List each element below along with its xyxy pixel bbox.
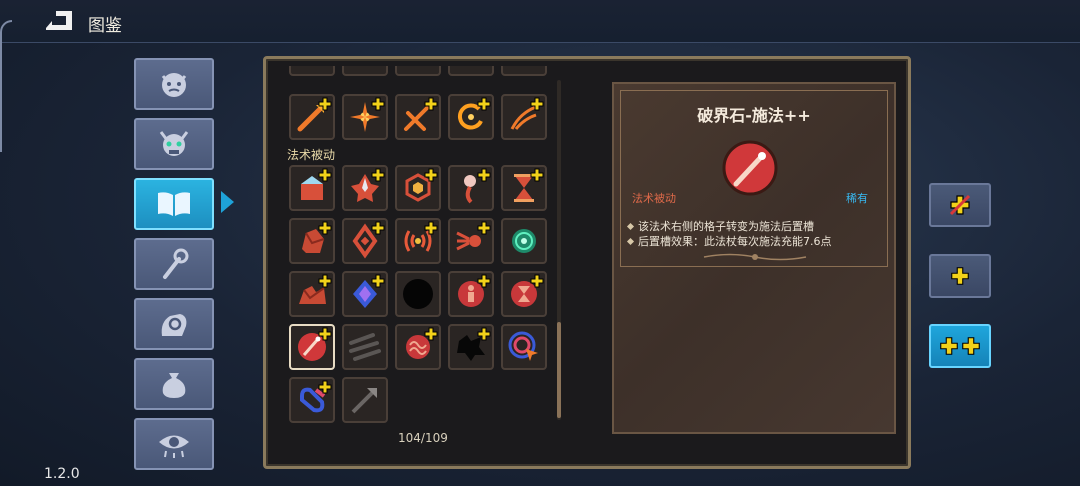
arrow-up-icon <box>351 388 377 414</box>
item-type-label: 法术被动 <box>632 192 676 205</box>
effect-line: 后置槽效果：此法杖每次施法充能7.6点 <box>628 234 888 249</box>
spell-cell-hex-gem[interactable] <box>395 165 441 211</box>
target-cursor-icon <box>508 331 538 361</box>
page-title: 图鉴 <box>88 16 122 36</box>
spell-cell[interactable] <box>289 66 335 76</box>
spell-cell-red-hourglass-orb[interactable] <box>501 271 547 317</box>
upgrade-level-1-button[interactable] <box>929 254 991 298</box>
spell-cell-triple-spike[interactable] <box>342 324 388 370</box>
spell-cell-fire-ring[interactable] <box>448 94 494 140</box>
upgrade-level-0-button[interactable] <box>929 183 991 227</box>
staff-icon <box>163 248 189 279</box>
demon-face-icon <box>161 73 187 97</box>
plus-icon <box>318 274 332 288</box>
plus-icon <box>318 327 332 341</box>
category-bosses-button[interactable] <box>134 118 214 170</box>
spell-cell[interactable] <box>395 66 441 76</box>
item-name: 破界石-施法++ <box>697 106 811 125</box>
plus-icon <box>477 221 491 235</box>
section-label: 法术被动 <box>287 148 336 162</box>
decorative-frame-line <box>0 20 12 152</box>
plus-icon <box>371 168 385 182</box>
spell-cell-brain-orb[interactable] <box>395 324 441 370</box>
category-items-button[interactable] <box>134 358 214 410</box>
plus-icon <box>318 221 332 235</box>
spell-cell-realm-stone-cast-selected[interactable] <box>289 324 335 370</box>
plus-icon <box>318 168 332 182</box>
green-orb-icon <box>512 229 536 253</box>
category-spells-button[interactable] <box>134 178 214 230</box>
back-button[interactable] <box>42 8 78 34</box>
spell-cell[interactable] <box>448 66 494 76</box>
collection-counter: 104/109 <box>398 431 448 445</box>
active-category-arrow <box>221 191 234 213</box>
top-bar <box>0 0 1080 43</box>
double-plus-icon <box>940 337 980 355</box>
spell-cell-blue-loop[interactable] <box>289 377 335 423</box>
upgrade-level-2-button[interactable] <box>929 324 991 368</box>
plus-icon <box>424 97 438 111</box>
category-staffs-button[interactable] <box>134 238 214 290</box>
spell-cell-red-figure-orb[interactable] <box>448 271 494 317</box>
spell-cell-twin-fire[interactable] <box>395 94 441 140</box>
plus-icon <box>477 97 491 111</box>
effect-line: 该法术右侧的格子转变为施法后置槽 <box>628 219 888 234</box>
spell-cell-target-cursor[interactable] <box>501 324 547 370</box>
scrollbar-thumb[interactable] <box>557 322 561 418</box>
spell-cell-triple-shot[interactable] <box>448 218 494 264</box>
plus-icon <box>424 168 438 182</box>
plus-icon <box>477 274 491 288</box>
category-relics-button[interactable] <box>134 298 214 350</box>
version-label: 1.2.0 <box>44 466 80 482</box>
spell-cell-blue-crystal[interactable] <box>342 271 388 317</box>
category-curses-button[interactable] <box>134 418 214 470</box>
hand-orb-icon <box>161 314 187 336</box>
plus-icon <box>530 97 544 111</box>
spell-cell-fire-claw[interactable] <box>501 94 547 140</box>
spell-cell-ice-block[interactable] <box>289 165 335 211</box>
horned-skull-icon <box>159 131 189 156</box>
spell-grid[interactable] <box>271 66 561 461</box>
item-description: 该法术右侧的格子转变为施法后置槽 后置槽效果：此法杖每次施法充能7.6点 <box>628 219 888 249</box>
category-monsters-button[interactable] <box>134 58 214 110</box>
ornament-divider <box>703 253 807 261</box>
plus-icon <box>318 97 332 111</box>
black-hole-icon <box>403 279 433 309</box>
spell-cell-spirit-wisp[interactable] <box>448 165 494 211</box>
spell-cell[interactable] <box>501 66 547 76</box>
spell-cell-fire-arrow[interactable] <box>289 94 335 140</box>
pouch-icon <box>162 373 186 398</box>
spell-cell[interactable] <box>342 66 388 76</box>
plus-icon <box>530 168 544 182</box>
spell-cell-hourglass[interactable] <box>501 165 547 211</box>
item-rarity-label: 稀有 <box>846 192 868 205</box>
plus-icon <box>424 221 438 235</box>
spell-cell-arrow-up[interactable] <box>342 377 388 423</box>
spell-cell-black-hole[interactable] <box>395 271 441 317</box>
spell-cell-flame-burst[interactable] <box>342 94 388 140</box>
spell-cell-dark-splat[interactable] <box>448 324 494 370</box>
plus-icon <box>477 168 491 182</box>
no-plus-icon <box>949 194 971 216</box>
single-plus-icon <box>951 267 969 285</box>
book-icon <box>158 192 190 216</box>
plus-icon <box>371 221 385 235</box>
plus-icon <box>530 274 544 288</box>
spell-cell-rock-chunk[interactable] <box>289 218 335 264</box>
triple-spike-icon <box>349 333 381 361</box>
plus-icon <box>371 97 385 111</box>
plus-icon <box>318 380 332 394</box>
realm-stone-cast-large-icon <box>722 140 778 196</box>
plus-icon <box>477 327 491 341</box>
plus-icon <box>371 274 385 288</box>
spell-cell-diamond-rune[interactable] <box>342 218 388 264</box>
spell-cell-boulder[interactable] <box>289 271 335 317</box>
plus-icon <box>424 327 438 341</box>
spell-cell-crystal-flower[interactable] <box>342 165 388 211</box>
spell-cell-signal-wave[interactable] <box>395 218 441 264</box>
spell-cell-green-orb[interactable] <box>501 218 547 264</box>
eye-icon <box>159 435 189 458</box>
